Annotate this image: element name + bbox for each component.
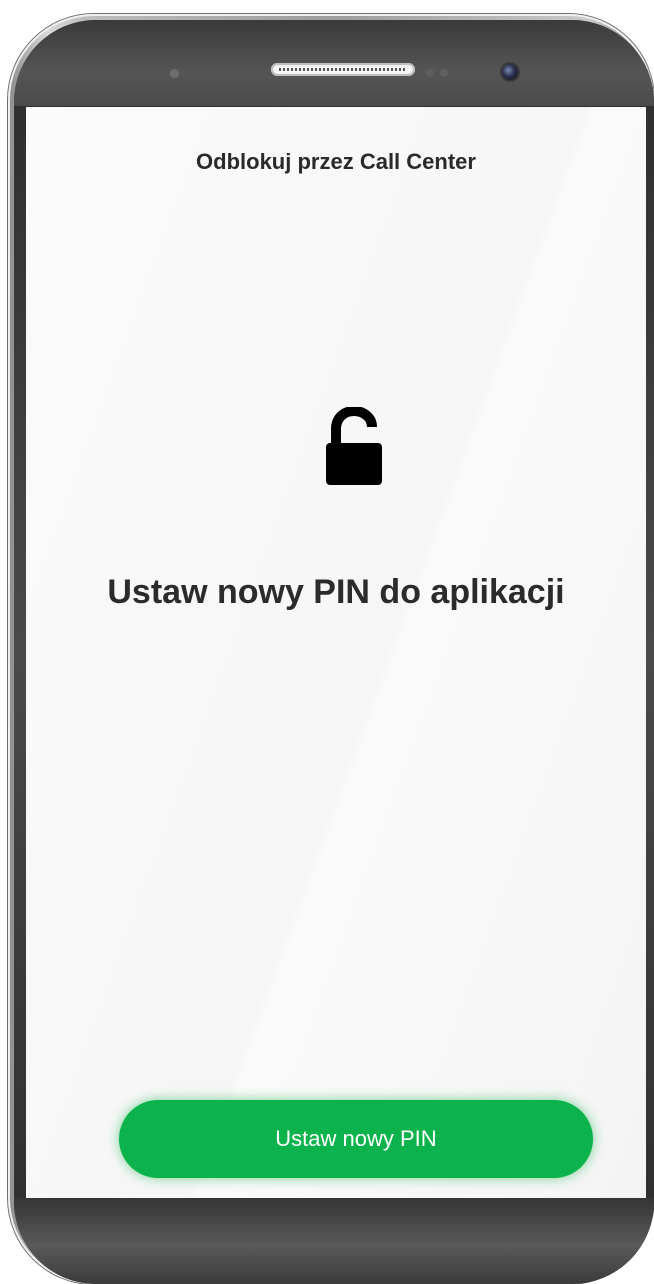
app-screen: Odblokuj przez Call Center Ustaw nowy PI…	[26, 107, 646, 1200]
top-bezel	[14, 20, 654, 106]
front-camera-icon	[502, 64, 518, 80]
bottom-bezel	[14, 1198, 654, 1284]
main-heading: Ustaw nowy PIN do aplikacji	[107, 573, 565, 611]
set-new-pin-button[interactable]: Ustaw nowy PIN	[119, 1100, 593, 1178]
proximity-sensor	[170, 69, 179, 78]
earpiece-speaker	[271, 63, 415, 76]
phone-body: Odblokuj przez Call Center Ustaw nowy PI…	[14, 20, 654, 1284]
phone-frame: Odblokuj przez Call Center Ustaw nowy PI…	[8, 14, 654, 1284]
sensor-dot-right	[440, 69, 448, 77]
unlocked-padlock-svg	[326, 405, 382, 485]
unlocked-padlock-icon	[322, 405, 386, 487]
sensor-dot-left	[426, 69, 434, 77]
page-title: Odblokuj przez Call Center	[196, 149, 476, 174]
